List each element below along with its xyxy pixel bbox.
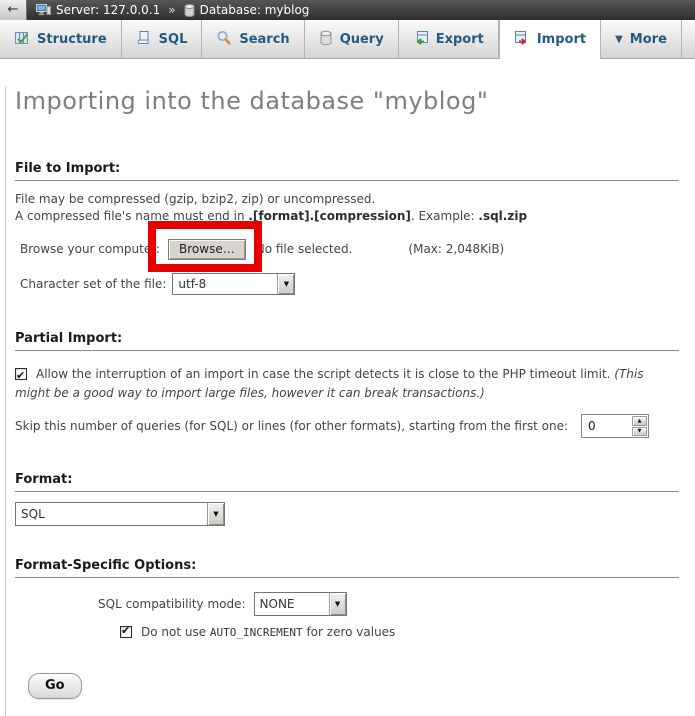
dropdown-arrow-icon[interactable]: ▼ (207, 503, 224, 525)
auto-increment-label: Do not use AUTO_INCREMENT for zero value… (141, 625, 395, 639)
allow-interrupt-checkbox[interactable]: ✔ (15, 368, 27, 380)
tab-sql[interactable]: SQL (122, 20, 203, 59)
tab-search[interactable]: Search (202, 20, 304, 59)
browse-row: Browse your computer: Browse… No file se… (15, 238, 679, 260)
breadcrumb: Server: 127.0.0.1 » Database: myblog (36, 3, 309, 17)
skip-queries-input[interactable]: 0 ▲ ▼ (581, 414, 649, 438)
allow-interrupt-row: ✔ Allow the interruption of an import in … (15, 365, 679, 403)
partial-import-heading: Partial Import: (15, 331, 679, 351)
tab-label: Import (537, 32, 586, 47)
skip-queries-value: 0 (582, 415, 631, 437)
phpmyadmin-import-page: ← Server: 127.0.0.1 » Database: mybl (0, 0, 695, 716)
tab-label: More (630, 32, 667, 47)
page-title: Importing into the database "myblog" (15, 87, 679, 115)
tab-label: Structure (37, 32, 107, 47)
spinner-up-button[interactable]: ▲ (632, 416, 647, 426)
format-select-value: SQL (16, 503, 207, 525)
auto-increment-row: ✔ Do not use AUTO_INCREMENT for zero valu… (15, 625, 679, 639)
tab-bar: Structure SQL Search (0, 20, 695, 59)
sql-compatibility-value: NONE (255, 593, 329, 615)
tab-label: Export (436, 32, 484, 47)
query-icon (319, 30, 333, 50)
sql-icon (136, 30, 152, 50)
back-button[interactable]: ← (0, 0, 27, 20)
compression-info: File may be compressed (gzip, bzip2, zip… (15, 191, 679, 225)
search-icon (216, 30, 232, 50)
compression-line2: A compressed file's name must end in .[f… (15, 208, 679, 225)
format-specific-options-heading: Format-Specific Options: (15, 558, 679, 578)
sql-compatibility-row: SQL compatibility mode: NONE ▼ (15, 592, 679, 616)
server-icon (36, 3, 51, 17)
tab-label: SQL (159, 32, 188, 47)
tab-export[interactable]: Export (399, 20, 499, 59)
format-heading: Format: (15, 472, 679, 492)
charset-row: Character set of the file: utf-8 ▼ (15, 273, 679, 295)
checkmark-icon: ✔ (16, 366, 25, 385)
tab-label: Search (239, 32, 289, 47)
no-file-selected-text: No file selected. (256, 242, 353, 256)
structure-icon (14, 30, 30, 50)
tab-more[interactable]: ▼ More (601, 20, 682, 59)
charset-label: Character set of the file: (20, 277, 166, 291)
compression-line1: File may be compressed (gzip, bzip2, zip… (15, 191, 679, 208)
chevron-down-icon: ▼ (615, 34, 623, 45)
tab-query[interactable]: Query (305, 20, 399, 59)
sql-compatibility-select[interactable]: NONE ▼ (254, 592, 347, 616)
allow-interrupt-label: Allow the interruption of an import in c… (36, 367, 614, 381)
auto-increment-code: AUTO_INCREMENT (210, 626, 303, 639)
export-icon (413, 30, 429, 50)
import-icon (514, 30, 530, 50)
browse-label: Browse your computer: (20, 242, 160, 256)
sql-compatibility-label: SQL compatibility mode: (98, 597, 246, 611)
breadcrumb-separator: » (168, 3, 175, 17)
tab-bar-filler (682, 20, 695, 59)
database-icon (184, 4, 195, 17)
spinner-down-button[interactable]: ▼ (632, 427, 647, 437)
auto-increment-checkbox[interactable]: ✔ (120, 626, 132, 638)
breadcrumb-bar: ← Server: 127.0.0.1 » Database: mybl (0, 0, 695, 20)
file-to-import-heading: File to Import: (15, 161, 679, 181)
dropdown-arrow-icon[interactable]: ▼ (277, 274, 294, 294)
browse-button[interactable]: Browse… (168, 239, 246, 260)
breadcrumb-database-link[interactable]: Database: myblog (200, 3, 310, 17)
charset-select[interactable]: utf-8 ▼ (172, 273, 295, 295)
spinner-buttons: ▲ ▼ (631, 415, 648, 437)
max-upload-size: (Max: 2,048KiB) (408, 242, 504, 256)
tab-structure[interactable]: Structure (0, 20, 122, 59)
skip-queries-row: Skip this number of queries (for SQL) or… (15, 414, 679, 438)
tab-import[interactable]: Import (499, 20, 601, 59)
checkmark-icon: ✔ (121, 624, 130, 637)
skip-queries-label: Skip this number of queries (for SQL) or… (15, 419, 568, 433)
go-button[interactable]: Go (28, 673, 82, 699)
tab-label: Query (340, 32, 384, 47)
dropdown-arrow-icon[interactable]: ▼ (329, 593, 346, 615)
main-content: Importing into the database "myblog" Fil… (5, 87, 695, 716)
format-select[interactable]: SQL ▼ (15, 502, 225, 526)
charset-select-value: utf-8 (173, 274, 277, 294)
breadcrumb-server-link[interactable]: Server: 127.0.0.1 (56, 3, 160, 17)
